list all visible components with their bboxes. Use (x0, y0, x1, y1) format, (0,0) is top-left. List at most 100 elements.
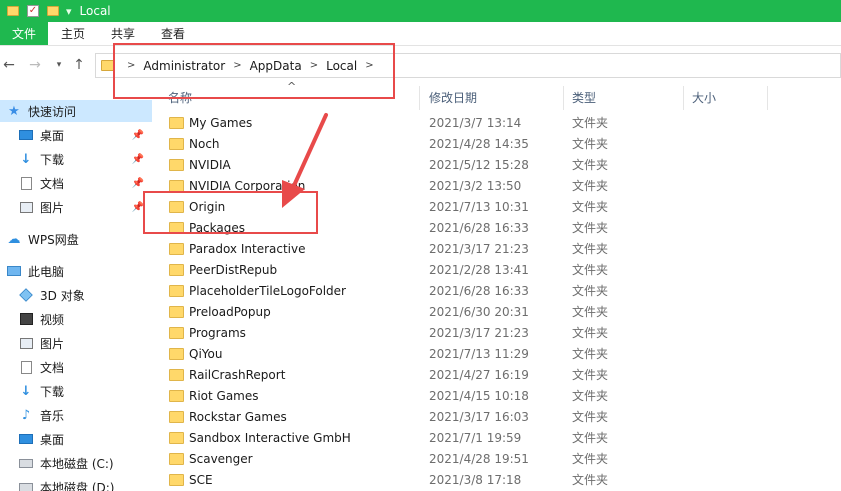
file-row[interactable]: Noch 2021/4/28 14:35 文件夹 (158, 133, 841, 154)
file-row[interactable]: PlaceholderTileLogoFolder 2021/6/28 16:33… (158, 280, 841, 301)
computer-icon (6, 264, 22, 278)
file-row[interactable]: PeerDistRepub 2021/2/28 13:41 文件夹 (158, 259, 841, 280)
file-type: 文件夹 (572, 179, 609, 193)
file-modified-date: 2021/3/17 21:23 (429, 325, 529, 340)
navigation-pane: ★ 快速访问 桌面 📌 ↓ 下载 📌 文档 📌 图片 📌 ☁ WPS网盘 此电脑 3D 对象 视频 图片 文档 ↓ 下… (0, 98, 152, 491)
file-row[interactable]: Rockstar Games 2021/3/17 16:03 文件夹 (158, 406, 841, 427)
document-icon (18, 176, 34, 190)
file-type: 文件夹 (572, 473, 609, 487)
file-modified-date: 2021/7/13 10:31 (429, 199, 529, 214)
sidebar-item[interactable]: ↓ 下载 (0, 380, 152, 402)
tab-view[interactable]: 查看 (148, 22, 198, 45)
sidebar-item[interactable]: 文档 📌 (0, 172, 152, 194)
file-row[interactable]: Riot Games 2021/4/15 10:18 文件夹 (158, 385, 841, 406)
file-row[interactable]: Scavenger 2021/4/28 19:51 文件夹 (158, 448, 841, 469)
file-modified-date: 2021/4/28 14:35 (429, 136, 529, 151)
tab-file[interactable]: 文件 (0, 22, 49, 45)
folder-icon (169, 137, 184, 150)
pin-icon[interactable]: 📌 (132, 154, 144, 165)
up-arrow-icon[interactable]: ↑ (70, 55, 88, 75)
file-name: Sandbox Interactive GmbH (189, 430, 351, 445)
sidebar-item-label: 3D 对象 (40, 288, 85, 303)
sidebar-item[interactable]: 文档 (0, 356, 152, 378)
sidebar-item[interactable]: ★ 快速访问 (0, 100, 152, 122)
sidebar-item[interactable]: 图片 (0, 332, 152, 354)
properties-icon[interactable]: ✓ (26, 4, 40, 18)
pin-icon[interactable]: 📌 (132, 130, 144, 141)
file-modified-date: 2021/3/7 13:14 (429, 115, 522, 130)
file-modified-date: 2021/7/13 11:29 (429, 346, 529, 361)
file-type: 文件夹 (572, 368, 609, 382)
file-row[interactable]: Sandbox Interactive GmbH 2021/7/1 19:59 文件… (158, 427, 841, 448)
file-name: Noch (189, 136, 220, 151)
desktop-icon (18, 128, 34, 142)
download-icon: ↓ (20, 151, 32, 167)
file-row[interactable]: QiYou 2021/7/13 11:29 文件夹 (158, 343, 841, 364)
sidebar-item-label: 图片 (40, 336, 65, 351)
column-header-type[interactable]: 类型 (562, 86, 682, 110)
file-type: 文件夹 (572, 137, 609, 151)
recent-locations-chevron-icon[interactable]: ▾ (50, 55, 68, 75)
file-row[interactable]: Programs 2021/3/17 21:23 文件夹 (158, 322, 841, 343)
sidebar-item[interactable]: 视频 (0, 308, 152, 330)
sidebar-item[interactable]: 本地磁盘 (D:) (0, 476, 152, 491)
download-icon: ↓ (20, 383, 32, 399)
sidebar-item-label: 本地磁盘 (C:) (40, 456, 114, 471)
sidebar-item[interactable]: 桌面 (0, 428, 152, 450)
file-name: RailCrashReport (189, 367, 286, 382)
file-row[interactable]: PreloadPopup 2021/6/30 20:31 文件夹 (158, 301, 841, 322)
sidebar-item[interactable]: 本地磁盘 (C:) (0, 452, 152, 474)
sidebar-item-label: 视频 (40, 312, 65, 327)
forward-arrow-icon[interactable]: → (26, 55, 44, 75)
column-divider[interactable] (767, 86, 768, 110)
file-type: 文件夹 (572, 242, 609, 256)
file-type: 文件夹 (572, 284, 609, 298)
folder-icon (169, 305, 184, 318)
file-type: 文件夹 (572, 263, 609, 277)
file-row[interactable]: SCE 2021/3/8 17:18 文件夹 (158, 469, 841, 490)
file-modified-date: 2021/2/28 13:41 (429, 262, 529, 277)
video-icon (18, 312, 34, 326)
sidebar-item[interactable]: ☁ WPS网盘 (0, 228, 152, 250)
new-folder-icon[interactable] (46, 4, 60, 18)
file-type: 文件夹 (572, 200, 609, 214)
sidebar-item[interactable]: 3D 对象 (0, 284, 152, 306)
folder-icon (169, 452, 184, 465)
file-row[interactable]: RailCrashReport 2021/4/27 16:19 文件夹 (158, 364, 841, 385)
pin-icon[interactable]: 📌 (132, 178, 144, 189)
file-name: PeerDistRepub (189, 262, 278, 277)
sidebar-item-label: WPS网盘 (28, 232, 79, 247)
sidebar-item[interactable]: ♪ 音乐 (0, 404, 152, 426)
folder-icon (169, 242, 184, 255)
tab-home[interactable]: 主页 (48, 22, 98, 45)
column-header-size[interactable]: 大小 (682, 86, 766, 110)
tab-share[interactable]: 共享 (98, 22, 148, 45)
sidebar-item[interactable]: 此电脑 (0, 260, 152, 282)
file-name: PreloadPopup (189, 304, 271, 319)
file-type: 文件夹 (572, 158, 609, 172)
column-header-modified[interactable]: 修改日期 (419, 86, 562, 110)
file-modified-date: 2021/3/8 17:18 (429, 472, 522, 487)
folder-icon (169, 284, 184, 297)
file-row[interactable]: NVIDIA 2021/5/12 15:28 文件夹 (158, 154, 841, 175)
folder-icon (169, 263, 184, 276)
file-type: 文件夹 (572, 347, 609, 361)
file-name: Paradox Interactive (189, 241, 306, 256)
folder-icon (169, 347, 184, 360)
cloud-icon: ☁ (7, 231, 21, 247)
file-type: 文件夹 (572, 116, 609, 130)
back-arrow-icon[interactable]: ← (0, 55, 18, 75)
sidebar-item[interactable]: 图片 📌 (0, 196, 152, 218)
file-name: NVIDIA (189, 157, 231, 172)
file-name: QiYou (189, 346, 223, 361)
folder-icon (169, 473, 184, 486)
sidebar-item[interactable]: 桌面 📌 (0, 124, 152, 146)
sidebar-item-label: 下载 (40, 384, 65, 399)
sidebar-item[interactable]: ↓ 下载 📌 (0, 148, 152, 170)
quick-access-dropdown-icon[interactable]: ▾ (66, 5, 72, 18)
file-row[interactable]: Paradox Interactive 2021/3/17 21:23 文件夹 (158, 238, 841, 259)
file-row[interactable]: My Games 2021/3/7 13:14 文件夹 (158, 112, 841, 133)
folder-icon (169, 410, 184, 423)
sidebar-item-label: 音乐 (40, 408, 65, 423)
sidebar-item-label: 图片 (40, 200, 65, 215)
